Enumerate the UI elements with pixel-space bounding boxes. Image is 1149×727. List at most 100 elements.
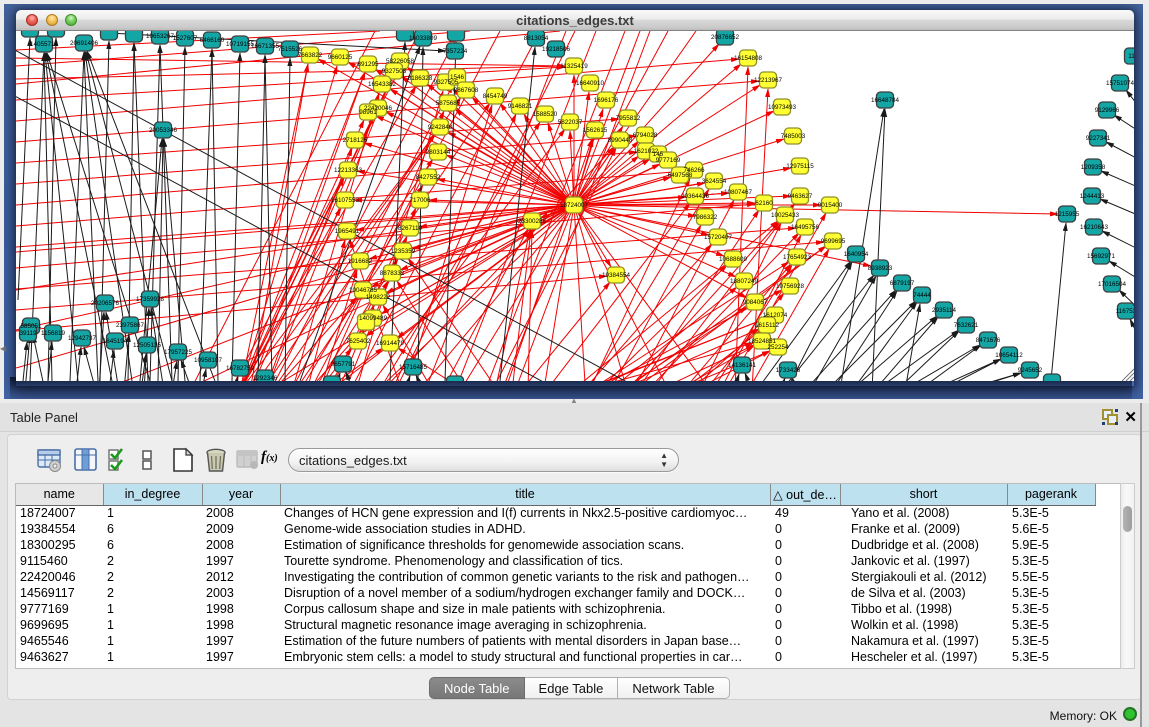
svg-text:18724007: 18724007 [560, 202, 589, 209]
svg-text:9015400: 9015400 [818, 202, 843, 209]
svg-text:19218506: 19218506 [542, 46, 571, 53]
svg-text:15720407: 15720407 [704, 234, 733, 241]
svg-text:17016504: 17016504 [1098, 281, 1127, 288]
svg-text:9084067: 9084067 [743, 299, 768, 306]
svg-text:1235359: 1235359 [391, 248, 416, 255]
svg-text:9660125: 9660125 [328, 54, 353, 61]
svg-text:7485003: 7485003 [781, 133, 806, 140]
svg-text:14136141: 14136141 [728, 362, 757, 369]
svg-text:9657791: 9657791 [331, 361, 356, 368]
svg-text:10654112: 10654112 [995, 352, 1023, 359]
svg-text:16648784: 16648784 [871, 97, 900, 104]
svg-text:16640910: 16640910 [576, 80, 605, 87]
svg-text:17359928: 17359928 [136, 296, 165, 303]
svg-text:8938923: 8938923 [868, 265, 893, 272]
svg-text:9463627: 9463627 [788, 193, 813, 200]
svg-text:12975115: 12975115 [786, 163, 814, 170]
svg-text:8427552: 8427552 [416, 174, 441, 181]
svg-text:19384554: 19384554 [602, 272, 631, 279]
svg-text:9777169: 9777169 [656, 157, 681, 164]
svg-text:10046785: 10046785 [349, 287, 378, 294]
svg-text:7357224: 7357224 [443, 48, 468, 55]
svg-text:1215955: 1215955 [1055, 211, 1080, 218]
svg-text:7955812: 7955812 [616, 115, 641, 122]
svg-text:58226058: 58226058 [386, 58, 415, 65]
svg-text:20364436: 20364436 [681, 193, 710, 200]
svg-text:9146821: 9146821 [508, 103, 533, 110]
svg-text:6466160: 6466160 [200, 37, 225, 44]
svg-text:23975867: 23975867 [116, 322, 145, 329]
svg-text:17654923: 17654923 [783, 254, 812, 261]
svg-text:39119: 39119 [19, 330, 37, 337]
svg-text:2867608: 2867608 [454, 87, 479, 94]
svg-text:9129966: 9129966 [1095, 107, 1120, 114]
svg-text:10756928: 10756928 [776, 283, 805, 290]
svg-text:1588520: 1588520 [533, 111, 558, 118]
svg-text:6794028: 6794028 [633, 132, 658, 139]
svg-text:1965491: 1965491 [335, 228, 360, 235]
svg-text:18807249: 18807249 [730, 278, 759, 285]
svg-text:16782759: 16782759 [226, 365, 255, 372]
svg-text:14099489: 14099489 [359, 315, 388, 322]
svg-text:16495756: 16495756 [791, 224, 820, 231]
svg-text:9699695: 9699695 [821, 238, 846, 245]
svg-text:16914479: 16914479 [376, 340, 405, 347]
svg-text:10025433: 10025433 [771, 212, 800, 219]
svg-text:1612074: 1612074 [763, 312, 788, 319]
svg-text:7625402: 7625402 [346, 338, 371, 345]
svg-text:10807467: 10807467 [724, 189, 753, 196]
svg-text:11325419: 11325419 [560, 63, 588, 70]
svg-text:16107553: 16107553 [331, 197, 360, 204]
svg-text:98961: 98961 [359, 109, 377, 116]
svg-text:111: 111 [1128, 53, 1134, 60]
svg-text:20206576: 20206576 [91, 300, 120, 307]
svg-text:15692971: 15692971 [1087, 253, 1116, 260]
svg-text:7663822: 7663822 [298, 52, 323, 59]
svg-text:252254: 252254 [767, 344, 789, 351]
svg-text:8990448: 8990448 [608, 137, 633, 144]
svg-text:1562615: 1562615 [583, 127, 608, 134]
svg-text:6879197: 6879197 [890, 280, 915, 287]
svg-text:7632621: 7632621 [954, 322, 979, 329]
svg-text:116753: 116753 [1116, 308, 1134, 315]
svg-text:7986322: 7986322 [693, 214, 718, 221]
svg-text:12505135: 12505135 [133, 342, 162, 349]
svg-text:1916682: 1916682 [348, 258, 373, 265]
svg-text:17957225: 17957225 [164, 349, 193, 356]
svg-text:1546: 1546 [450, 74, 465, 81]
svg-text:15751074: 15751074 [1106, 80, 1134, 87]
svg-text:10653267: 10653267 [146, 33, 175, 40]
svg-text:1156819: 1156819 [41, 330, 66, 337]
svg-text:16033809: 16033809 [409, 35, 438, 42]
svg-text:12213363: 12213363 [334, 167, 363, 174]
svg-text:717006: 717006 [409, 197, 431, 204]
svg-text:20876652: 20876652 [711, 34, 740, 41]
svg-text:16671355: 16671355 [251, 43, 280, 50]
svg-text:6497568: 6497568 [668, 172, 693, 179]
svg-text:1696176: 1696176 [594, 97, 619, 104]
svg-text:3624554: 3624554 [702, 178, 727, 185]
svg-text:8267110: 8267110 [398, 225, 423, 232]
svg-text:62160: 62160 [755, 200, 773, 207]
svg-text:16154808: 16154808 [734, 55, 763, 62]
svg-text:1209358: 1209358 [1081, 164, 1106, 171]
svg-text:23300285: 23300285 [518, 218, 547, 225]
svg-text:891295: 891295 [357, 61, 379, 68]
svg-text:10688609: 10688609 [719, 256, 748, 263]
svg-text:16210643: 16210643 [1080, 224, 1109, 231]
svg-text:5822037: 5822037 [558, 119, 583, 126]
svg-text:1527607: 1527607 [173, 35, 198, 42]
svg-text:8471676: 8471676 [976, 337, 1001, 344]
svg-text:585051: 585051 [20, 323, 42, 330]
svg-text:1615112: 1615112 [755, 322, 780, 329]
svg-text:1498222: 1498222 [366, 294, 391, 301]
svg-text:9227341: 9227341 [1086, 135, 1111, 142]
svg-text:1244413: 1244413 [1080, 193, 1105, 200]
svg-text:15716485: 15716485 [399, 364, 428, 371]
svg-text:10973493: 10973493 [768, 104, 797, 111]
svg-text:12942737: 12942737 [68, 335, 97, 342]
svg-text:14055714: 14055714 [30, 41, 59, 48]
svg-text:2935114: 2935114 [932, 307, 957, 314]
svg-text:8813054: 8813054 [524, 35, 549, 42]
svg-text:1645194: 1645194 [103, 338, 128, 345]
